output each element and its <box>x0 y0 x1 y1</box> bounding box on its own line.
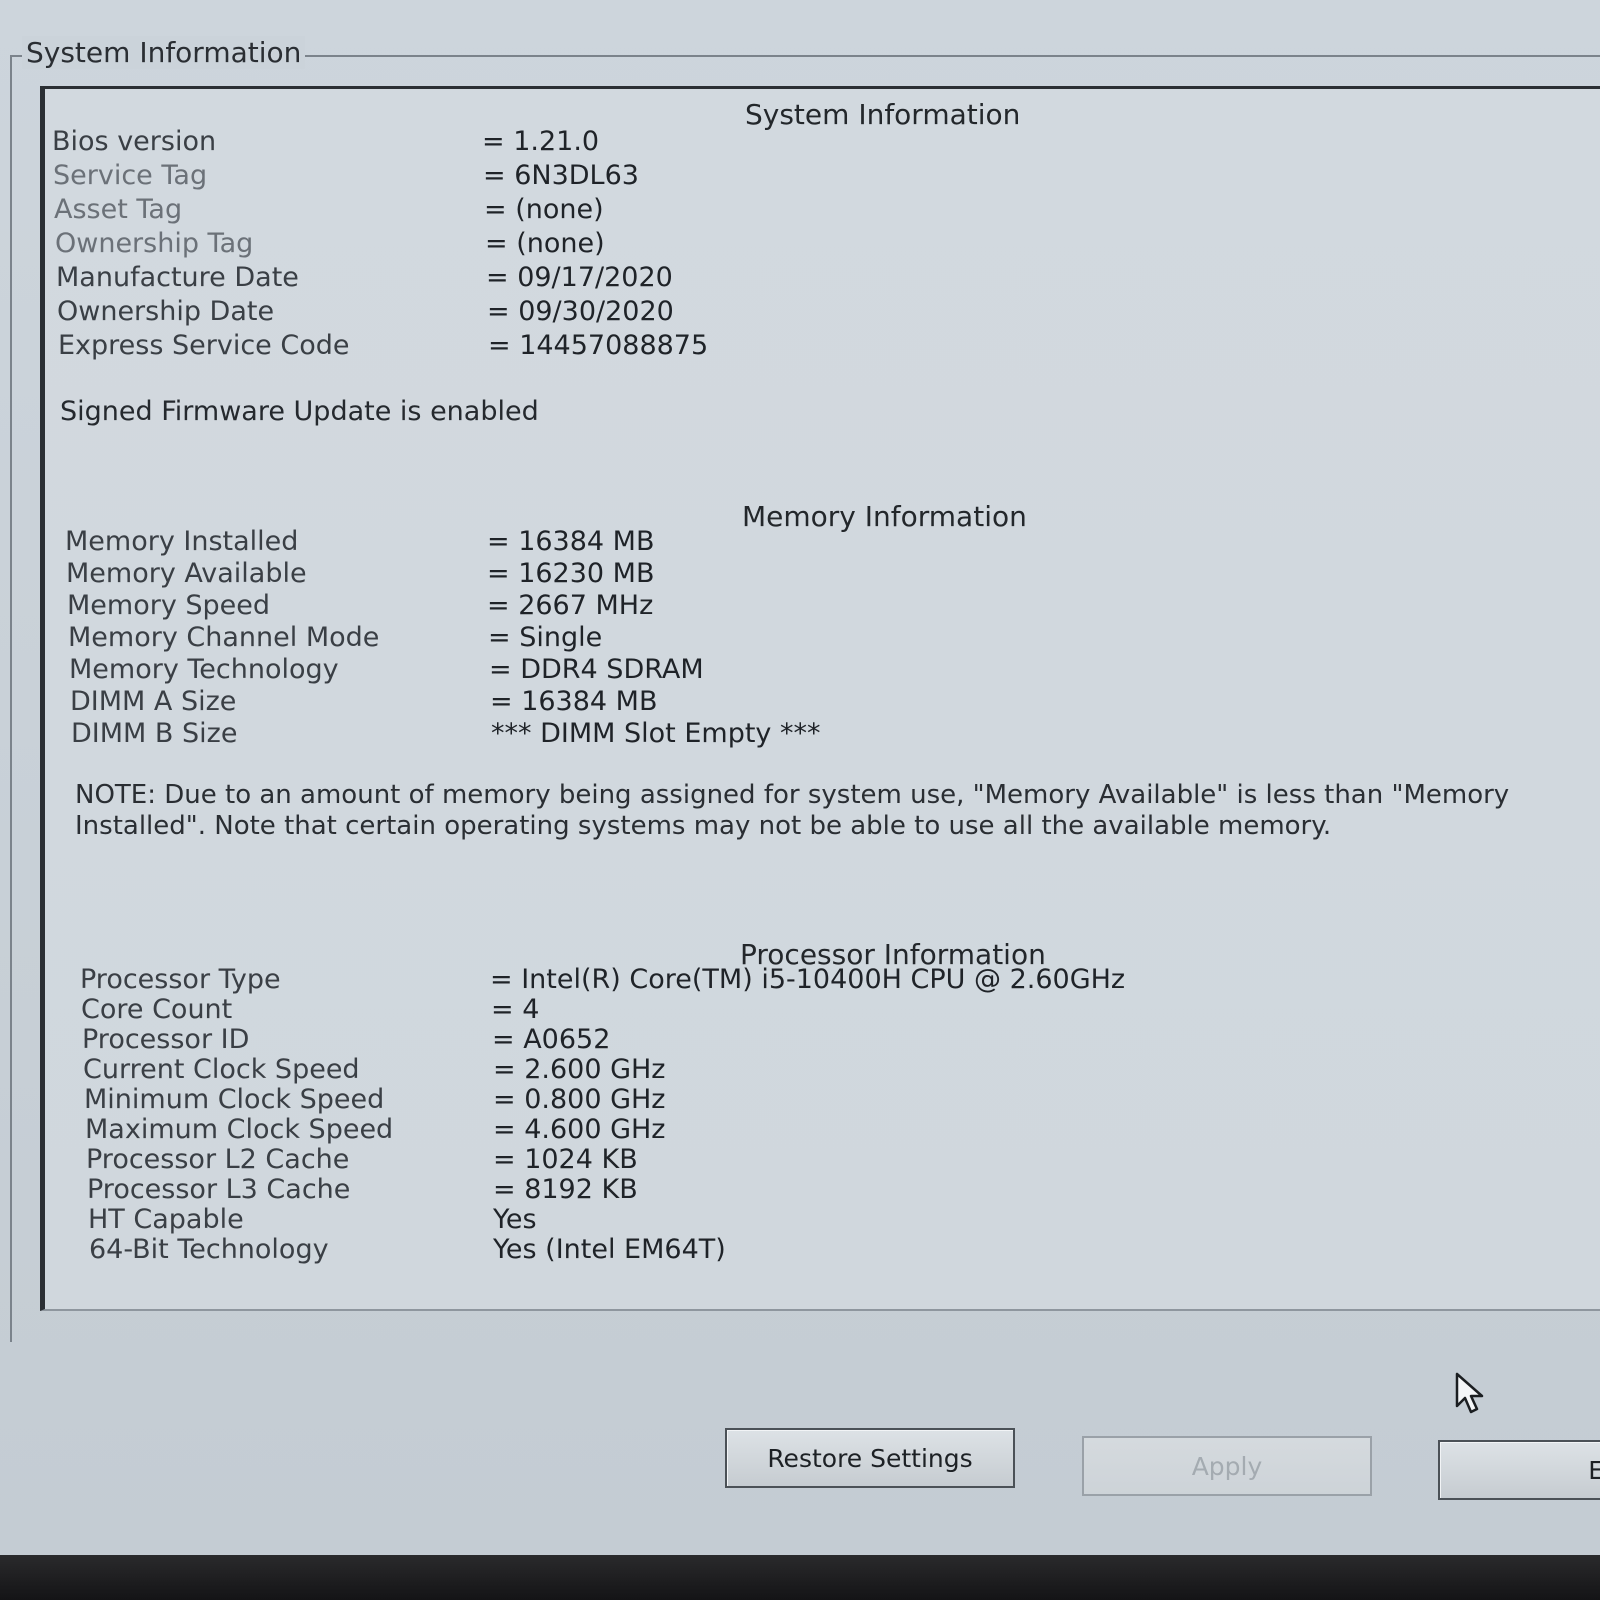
row-value: = 0.800 GHz <box>493 1084 666 1115</box>
row-label: Maximum Clock Speed <box>85 1114 394 1145</box>
row-value: = DDR4 SDRAM <box>489 654 704 685</box>
row-value: = Intel(R) Core(TM) i5-10400H CPU @ 2.60… <box>490 964 1126 995</box>
row-label: Memory Technology <box>69 654 339 685</box>
row-value: = A0652 <box>492 1024 611 1055</box>
row-value: = 1024 KB <box>493 1144 638 1175</box>
row-label: DIMM A Size <box>70 686 237 717</box>
row-label: Manufacture Date <box>56 262 299 293</box>
row-value: = 09/30/2020 <box>487 296 674 327</box>
row-value: = 16384 MB <box>490 686 658 717</box>
row-label: DIMM B Size <box>71 718 238 749</box>
exit-button[interactable]: E <box>1438 1440 1600 1500</box>
row-value: = 4.600 GHz <box>493 1114 666 1145</box>
row-label: Processor Type <box>80 964 281 995</box>
exit-button-label: E <box>1588 1455 1600 1485</box>
row-label: Memory Speed <box>67 590 271 621</box>
mouse-pointer-icon <box>1455 1372 1484 1414</box>
row-value: = 14457088875 <box>488 330 709 361</box>
restore-settings-button[interactable]: Restore Settings <box>725 1428 1015 1488</box>
row-value: = 6N3DL63 <box>483 160 639 191</box>
monitor-bezel <box>0 1555 1600 1600</box>
row-label: HT Capable <box>88 1204 244 1235</box>
row-label: Ownership Tag <box>55 228 254 259</box>
bios-screen: System Information System Information Bi… <box>0 0 1600 1555</box>
row-value: = 4 <box>491 994 540 1025</box>
system-information-heading: System Information <box>745 98 1021 131</box>
row-label: Current Clock Speed <box>83 1054 360 1085</box>
row-value: = (none) <box>484 194 604 225</box>
row-label: Memory Installed <box>65 526 299 557</box>
row-label: Express Service Code <box>58 330 350 361</box>
row-value: = 16230 MB <box>487 558 655 589</box>
row-label: Memory Available <box>66 558 307 589</box>
row-label: Bios version <box>52 126 217 157</box>
row-value: = 09/17/2020 <box>486 262 673 293</box>
groupbox-title: System Information <box>22 36 306 69</box>
memory-information-heading: Memory Information <box>742 500 1027 533</box>
row-label: Asset Tag <box>54 194 183 225</box>
row-value: Yes (Intel EM64T) <box>493 1234 726 1265</box>
row-value: = 16384 MB <box>487 526 655 557</box>
row-value: = (none) <box>485 228 605 259</box>
row-value: = 8192 KB <box>493 1174 638 1205</box>
row-value: *** DIMM Slot Empty *** <box>491 718 821 749</box>
apply-button[interactable]: Apply <box>1082 1436 1372 1496</box>
row-value: = Single <box>488 622 603 653</box>
memory-note: NOTE: Due to an amount of memory being a… <box>75 780 1510 841</box>
row-label: Processor ID <box>82 1024 250 1055</box>
signed-firmware-status: Signed Firmware Update is enabled <box>60 396 539 427</box>
row-value: = 2.600 GHz <box>493 1054 666 1085</box>
row-value: = 1.21.0 <box>482 126 600 157</box>
row-value: = 2667 MHz <box>487 590 654 621</box>
row-label: Minimum Clock Speed <box>84 1084 385 1115</box>
row-label: Ownership Date <box>57 296 275 327</box>
row-label: Core Count <box>81 994 233 1025</box>
row-label: Processor L2 Cache <box>86 1144 350 1175</box>
row-label: 64-Bit Technology <box>89 1234 329 1265</box>
row-label: Memory Channel Mode <box>68 622 380 653</box>
row-value: Yes <box>493 1204 537 1235</box>
row-label: Processor L3 Cache <box>87 1174 351 1205</box>
row-label: Service Tag <box>53 160 208 191</box>
